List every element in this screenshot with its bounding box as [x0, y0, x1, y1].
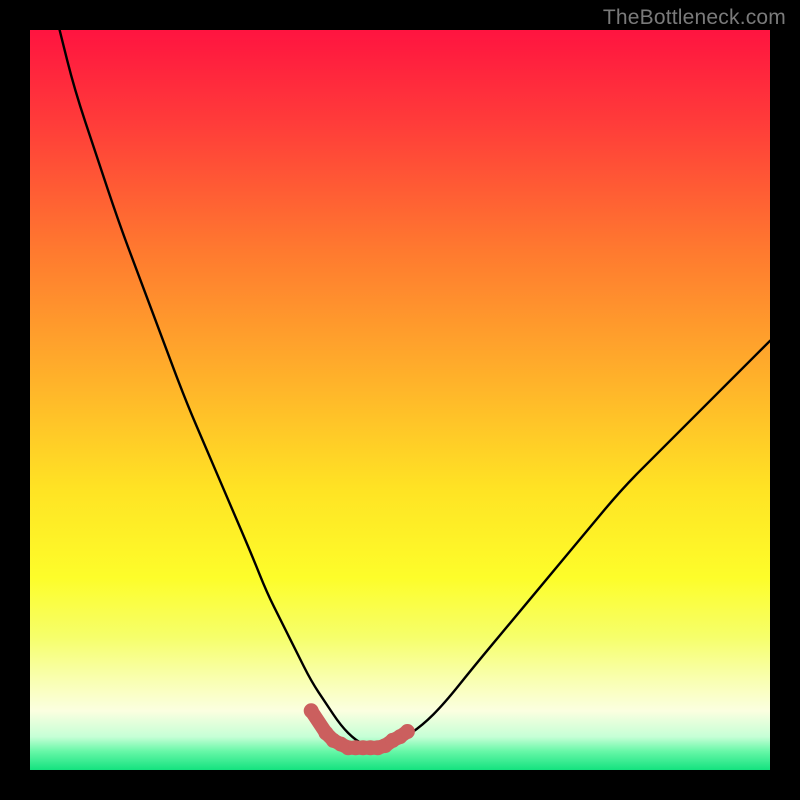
marker-dot: [304, 703, 319, 718]
chart-svg: [30, 30, 770, 770]
chart-area: [30, 30, 770, 770]
marker-dot: [400, 724, 415, 739]
watermark-text: TheBottleneck.com: [603, 6, 786, 30]
outer-frame: TheBottleneck.com: [0, 0, 800, 800]
gradient-bg: [30, 30, 770, 770]
